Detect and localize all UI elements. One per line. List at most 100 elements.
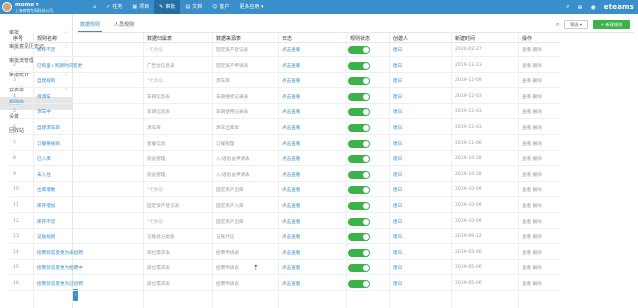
rule-name-link[interactable]: 招聘状态变更为已招聘 (37, 281, 83, 287)
rule-status-toggle[interactable] (348, 202, 370, 210)
rule-name-link[interactable]: 添车中 (37, 109, 51, 115)
nav-task[interactable]: ✓ 任务 (101, 0, 127, 14)
row-actions[interactable]: 查看 删除 (522, 203, 542, 209)
table-row[interactable]: 10 出库增数 *无数据 固定资产出库 点击查看 唐日 2019-10-09 查看 删除 (10, 184, 560, 198)
creator-link[interactable]: 唐日 (393, 187, 402, 193)
column-header[interactable]: 创建人 (393, 35, 408, 42)
column-header[interactable]: 数据来源表 (216, 35, 241, 42)
row-actions[interactable]: 查看 删除 (522, 109, 542, 115)
rule-name-link[interactable]: 库存不足 (37, 219, 55, 225)
rule-name-link[interactable]: 库存不足 (37, 47, 55, 53)
row-actions[interactable]: 查看 删除 (522, 219, 542, 225)
rule-status-toggle[interactable] (348, 186, 370, 195)
rule-status-toggle[interactable] (348, 46, 370, 54)
column-header[interactable]: 序号 (13, 35, 23, 42)
rule-status-toggle[interactable] (348, 264, 370, 273)
table-row[interactable]: 15 招聘状态变更为招聘中 岗位需求表 招聘申请表 点击查看 唐日 2019-05-06 查看… (10, 262, 560, 276)
row-actions[interactable]: 查看 删除 (522, 187, 542, 193)
nav-customer[interactable]: ☺ 客户 (207, 0, 234, 14)
nav-project[interactable]: ▦ 项目 (127, 0, 154, 14)
rule-status-toggle[interactable] (348, 233, 370, 242)
notification-icon[interactable]: ◉ (591, 4, 596, 11)
rule-status-toggle[interactable] (348, 77, 370, 86)
column-header[interactable]: 新建时间 (455, 35, 475, 42)
rule-status-toggle[interactable] (348, 108, 370, 117)
table-row[interactable]: 13 记账规则 记账总分类账 记账凭证 点击查看 唐日 2019-09-12 查看 删除 (10, 231, 560, 245)
rule-status-toggle[interactable] (348, 155, 370, 164)
tab-people-rules[interactable]: 人员规则 (112, 20, 136, 32)
view-log-link[interactable]: 点击查看 (282, 172, 300, 178)
table-row[interactable]: 8 已入库 宿舍管理 入/退宿舍申请表 点击查看 唐日 2019-10-28 查看 删除 (10, 153, 560, 167)
column-header[interactable]: 数据归属表 (147, 35, 172, 42)
rule-status-toggle[interactable] (348, 61, 370, 70)
rule-name-link[interactable]: 招聘状态变更为未招聘 (37, 250, 83, 256)
column-header[interactable]: 操作 (522, 35, 532, 42)
column-header[interactable]: 规则状态 (350, 35, 370, 42)
table-row[interactable]: 11 库存增加 固定资产登记表 固定资产入库 点击查看 唐日 2019-10-09 查看 删除 (10, 200, 560, 213)
rule-status-toggle[interactable] (348, 170, 370, 179)
view-log-link[interactable]: 点击查看 (282, 47, 300, 53)
rule-name-link[interactable]: 招聘状态变更为招聘中 (37, 265, 83, 271)
view-log-link[interactable]: 点击查看 (282, 281, 300, 287)
column-header[interactable]: 规则名称 (37, 35, 57, 42)
view-log-link[interactable]: 点击查看 (282, 265, 300, 271)
creator-link[interactable]: 唐日 (393, 47, 402, 53)
rule-name-link[interactable]: 自建添车单 (37, 125, 60, 131)
add-icon[interactable]: ⊕ (577, 4, 582, 11)
table-row[interactable]: 4 待添车 车辆信息表 车辆维修记录表 点击查看 唐日 2019-12-03 查看 删除 (10, 91, 560, 104)
view-log-link[interactable]: 点击查看 (282, 63, 300, 69)
rule-status-toggle[interactable] (348, 124, 370, 132)
rule-name-link[interactable]: 未入住 (37, 172, 51, 178)
creator-link[interactable]: 唐日 (393, 172, 402, 178)
rule-name-link[interactable]: 已购里+到期时间变更 (37, 63, 82, 69)
creator-link[interactable]: 唐日 (393, 109, 402, 115)
creator-link[interactable]: 唐日 (393, 94, 402, 100)
row-actions[interactable]: 查看 删除 (522, 172, 542, 178)
rule-status-toggle[interactable] (348, 217, 370, 226)
table-row[interactable]: 6 自建添车单 添车库 添车出库单 点击查看 唐日 2019-12-03 查看 删除 (10, 122, 560, 135)
creator-link[interactable]: 唐日 (393, 219, 402, 225)
creator-link[interactable]: 唐日 (393, 63, 402, 69)
nav-more-apps[interactable]: 更多应用 ▾ (234, 0, 268, 14)
view-log-link[interactable]: 点击查看 (282, 250, 300, 256)
table-row[interactable]: 14 招聘状态变更为未招聘 岗位需求表 招聘申请表 点击查看 唐日 2019-05-06 查看… (10, 247, 560, 260)
rule-status-toggle[interactable] (348, 139, 370, 148)
creator-link[interactable]: 唐日 (393, 281, 402, 287)
row-actions[interactable]: 查看 删除 (522, 125, 542, 131)
creator-link[interactable]: 唐日 (393, 141, 402, 147)
table-row[interactable]: 9 未入住 宿舍管理 入/退宿舍申请表 点击查看 唐日 2019-10-28 查看 删除 (10, 169, 560, 182)
row-actions[interactable]: 查看 删除 (522, 63, 542, 69)
row-actions[interactable]: 查看 删除 (522, 78, 542, 84)
creator-link[interactable]: 唐日 (393, 125, 402, 131)
view-log-link[interactable]: 点击查看 (282, 219, 300, 225)
rule-name-link[interactable]: 已入库 (37, 156, 51, 162)
table-row[interactable]: 5 添车中 车辆信息表 车辆使用记录表 点击查看 唐日 2019-12-03 查看 删除 (10, 106, 560, 120)
rule-name-link[interactable]: 订餐要规则 (37, 141, 60, 147)
table-row[interactable]: 2 已购里+到期时间变更 广告位信息表 固定资产申请表 点击查看 唐日 2019-12-13… (10, 60, 560, 73)
table-row[interactable]: 3 自建规则 *无数据 添车库 点击查看 唐日 2019-12-09 查看 删除 (10, 75, 560, 89)
creator-link[interactable]: 唐日 (393, 156, 402, 162)
rule-name-link[interactable]: 待添车 (37, 94, 51, 100)
row-actions[interactable]: 查看 删除 (522, 47, 542, 53)
rule-status-toggle[interactable] (348, 92, 370, 101)
new-rule-button[interactable]: + 新建规则 (593, 20, 630, 29)
view-log-link[interactable]: 点击查看 (282, 94, 300, 100)
view-log-link[interactable]: 点击查看 (282, 234, 300, 240)
nav-approval[interactable]: ✎ 审批 (154, 0, 181, 14)
view-log-link[interactable]: 点击查看 (282, 203, 300, 209)
search-icon[interactable]: ⌕ (556, 21, 559, 29)
row-actions[interactable]: 查看 删除 (522, 234, 542, 240)
nav-home[interactable]: ⌂ (88, 0, 101, 14)
table-row[interactable]: 12 库存不足 *无数据 固定资产出库 点击查看 唐日 2019-10-09 查看 删除 (10, 216, 560, 229)
table-row[interactable]: 7 订餐要规则 套餐信息 订餐管理 点击查看 唐日 2019-11-06 查看 删除 (10, 138, 560, 151)
creator-link[interactable]: 唐日 (393, 203, 402, 209)
view-log-link[interactable]: 点击查看 (282, 156, 300, 162)
creator-link[interactable]: 唐日 (393, 234, 402, 240)
row-actions[interactable]: 查看 删除 (522, 141, 542, 147)
table-row[interactable]: 16 招聘状态变更为已招聘 岗位需求表 招聘申请表 点击查看 唐日 2019-05-06 查看… (10, 278, 560, 291)
row-actions[interactable]: 查看 删除 (522, 94, 542, 100)
creator-link[interactable]: 唐日 (393, 78, 402, 84)
view-log-link[interactable]: 点击查看 (282, 125, 300, 131)
view-log-link[interactable]: 点击查看 (282, 109, 300, 115)
rule-status-toggle[interactable] (348, 280, 370, 288)
